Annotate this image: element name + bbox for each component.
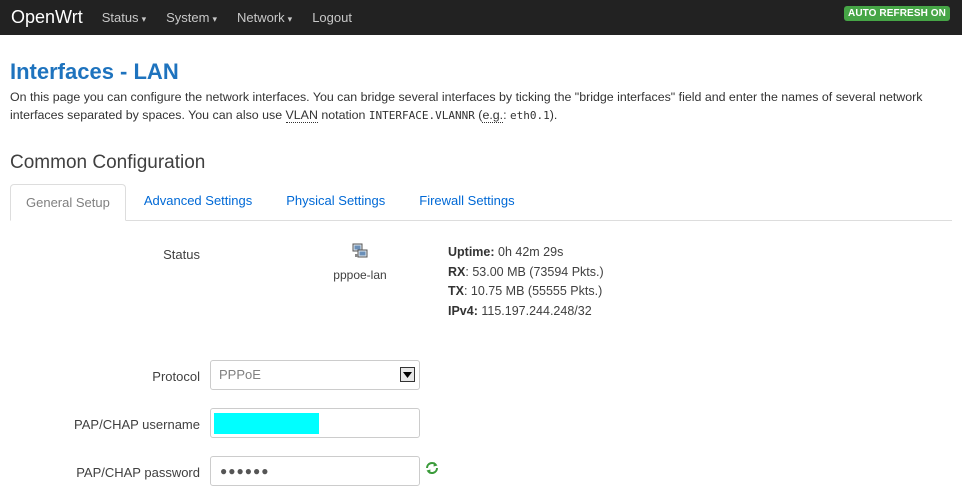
brand-logo[interactable]: OpenWrt — [11, 7, 83, 28]
desc-code-example: eth0.1 — [510, 109, 550, 122]
chevron-down-icon: ▾ — [287, 14, 293, 24]
tab-advanced-settings[interactable]: Advanced Settings — [128, 183, 268, 220]
interface-status: pppoe-lan — [330, 243, 390, 282]
tab-general-setup[interactable]: General Setup — [10, 184, 126, 221]
status-row: Status pppoe-lan Uptime: 0h 42m 29s RX: … — [10, 221, 952, 341]
redacted-value — [214, 413, 319, 434]
username-input[interactable] — [210, 408, 420, 438]
dropdown-arrow-icon[interactable] — [400, 367, 415, 382]
protocol-label: Protocol — [152, 369, 200, 384]
rx-label: RX — [448, 264, 466, 279]
eg-abbr: e.g. — [482, 108, 504, 123]
tx-line: TX: 10.75 MB (55555 Pkts.) — [448, 282, 604, 302]
menu-status-label: Status — [101, 10, 139, 25]
menu-network-label: Network — [236, 10, 285, 25]
tab-physical-settings[interactable]: Physical Settings — [270, 183, 401, 220]
menu-system-label: System — [166, 10, 210, 25]
ipv4-value: 115.197.244.248/32 — [477, 303, 592, 318]
network-interface-icon — [352, 243, 368, 258]
desc-code-interface: INTERFACE.VLANNR — [368, 109, 475, 122]
username-row: PAP/CHAP username — [10, 408, 952, 456]
tx-value: : 10.75 MB (55555 Pkts.) — [463, 284, 603, 298]
rx-value: : 53.00 MB (73594 Pkts.) — [465, 264, 604, 279]
chevron-down-icon: ▾ — [212, 14, 217, 24]
config-tabs: General Setup Advanced Settings Physical… — [10, 184, 952, 221]
password-row: PAP/CHAP password ●●●●●● — [10, 456, 952, 504]
password-input[interactable]: ●●●●●● — [210, 456, 420, 486]
tab-firewall-settings[interactable]: Firewall Settings — [403, 183, 530, 220]
desc-text-4: : — [503, 108, 510, 122]
vlan-abbr: VLAN — [285, 108, 318, 123]
top-navbar: OpenWrt Status ▾ System ▾ Network ▾ Logout … — [0, 0, 962, 35]
uptime-label: Uptime: — [448, 245, 495, 259]
interface-name: pppoe-lan — [333, 268, 387, 282]
ipv4-line: IPv4: 115.197.244.248/32 — [448, 302, 604, 322]
password-masked-value: ●●●●●● — [220, 464, 270, 478]
auto-refresh-badge[interactable]: AUTO REFRESH ON — [844, 6, 950, 21]
rx-line: RX: 53.00 MB (73594 Pkts.) — [448, 263, 604, 283]
menu-network[interactable]: Network ▾ — [237, 10, 292, 25]
reveal-password-icon[interactable] — [425, 461, 439, 475]
section-title: Common Configuration — [10, 152, 206, 173]
menu-system[interactable]: System ▾ — [166, 10, 217, 25]
menu-logout-label: Logout — [312, 10, 352, 25]
desc-text-5: ). — [549, 108, 558, 122]
status-details: Uptime: 0h 42m 29s RX: 53.00 MB (73594 P… — [448, 243, 604, 321]
status-label: Status — [163, 247, 200, 262]
chevron-down-icon: ▾ — [141, 14, 147, 24]
uptime-line: Uptime: 0h 42m 29s — [448, 243, 604, 263]
username-label: PAP/CHAP username — [74, 417, 200, 432]
password-label: PAP/CHAP password — [76, 465, 200, 480]
main-content: Interfaces - LAN On this page you can co… — [0, 59, 962, 504]
menu-status[interactable]: Status ▾ — [102, 10, 146, 25]
page-description: On this page you can configure the netwo… — [10, 88, 940, 125]
uptime-value: 0h 42m 29s — [494, 245, 564, 259]
tx-label: TX — [448, 284, 464, 298]
ipv4-label: IPv4: — [448, 303, 478, 318]
page-title: Interfaces - LAN — [10, 59, 179, 84]
protocol-selected-value: PPPoE — [219, 367, 261, 382]
protocol-select[interactable]: PPPoE — [210, 360, 420, 390]
menu-logout[interactable]: Logout — [312, 10, 352, 25]
desc-text-2: notation — [317, 108, 369, 122]
protocol-row: Protocol PPPoE — [10, 360, 952, 408]
